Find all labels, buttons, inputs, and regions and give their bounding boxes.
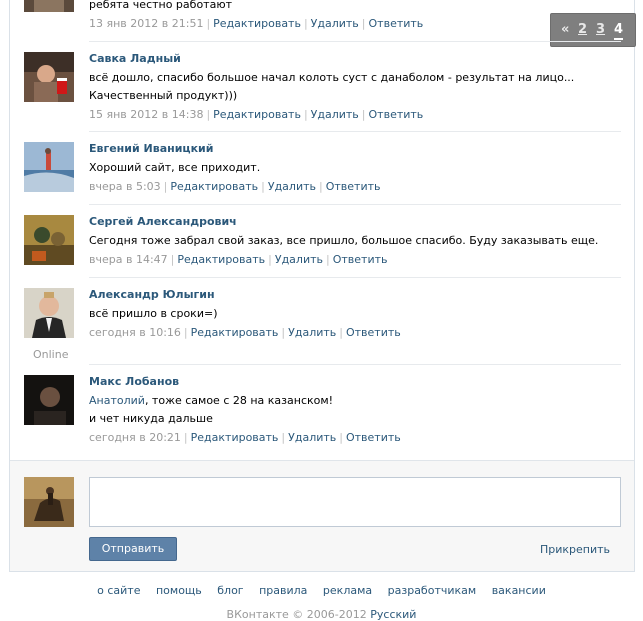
- footer-link-about[interactable]: о сайте: [97, 584, 140, 597]
- edit-link[interactable]: Редактировать: [170, 180, 258, 193]
- delete-link[interactable]: Удалить: [311, 17, 359, 30]
- avatar[interactable]: [24, 375, 74, 425]
- comment-meta: вчера в 5:03 | Редактировать | Удалить | Ответ…: [89, 180, 381, 193]
- footer-link-ads[interactable]: реклама: [323, 584, 372, 597]
- copyright: ВКонтакте © 2006-2012 Русский: [0, 608, 643, 621]
- reply-link[interactable]: Ответить: [369, 17, 424, 30]
- divider: [89, 277, 621, 278]
- divider: [89, 41, 621, 42]
- delete-link[interactable]: Удалить: [268, 180, 316, 193]
- comment-date[interactable]: сегодня в 10:16: [89, 326, 181, 339]
- reply-link[interactable]: Ответить: [346, 431, 401, 444]
- avatar[interactable]: [24, 0, 74, 32]
- comment-date[interactable]: вчера в 5:03: [89, 180, 161, 193]
- reply-link[interactable]: Ответить: [333, 253, 388, 266]
- comment-date[interactable]: 13 янв 2012 в 21:51: [89, 17, 203, 30]
- divider: [89, 364, 621, 365]
- footer-link-blog[interactable]: блог: [217, 584, 243, 597]
- edit-link[interactable]: Редактировать: [213, 108, 301, 121]
- divider: [89, 204, 621, 205]
- comment-text-line2: и чет никуда дальше: [89, 412, 213, 425]
- delete-link[interactable]: Удалить: [288, 326, 336, 339]
- comment-author[interactable]: Евгений Иваницкий: [89, 142, 621, 156]
- edit-link[interactable]: Редактировать: [213, 17, 301, 30]
- comment-meta: вчера в 14:47 | Редактировать | Удалить | Отве…: [89, 253, 388, 266]
- divider: [89, 131, 621, 132]
- comment-meta: сегодня в 20:21 | Редактировать | Удалить | От…: [89, 431, 401, 444]
- edit-link[interactable]: Редактировать: [177, 253, 265, 266]
- comment-text: всё дошло, спасибо большое начал колоть …: [89, 71, 575, 102]
- footer-nav: о сайте помощь блог правила реклама разр…: [0, 584, 643, 597]
- footer-link-help[interactable]: помощь: [156, 584, 202, 597]
- delete-link[interactable]: Удалить: [275, 253, 323, 266]
- send-button[interactable]: Отправить: [89, 537, 177, 561]
- comment-author[interactable]: Сергей Александрович: [89, 215, 621, 229]
- language-link[interactable]: Русский: [370, 608, 416, 621]
- reply-link[interactable]: Ответить: [369, 108, 424, 121]
- footer-link-developers[interactable]: разработчикам: [388, 584, 477, 597]
- mention-link[interactable]: Анатолий: [89, 394, 145, 407]
- comment-meta: 15 янв 2012 в 14:38 | Редактировать | Удалит…: [89, 108, 424, 121]
- edit-link[interactable]: Редактировать: [191, 326, 279, 339]
- comment-date[interactable]: сегодня в 20:21: [89, 431, 181, 444]
- avatar[interactable]: [24, 288, 74, 338]
- comment-text: ребята честно работают: [89, 0, 232, 11]
- comment-text: Анатолий, тоже самое с 28 на казанском! и…: [89, 392, 621, 428]
- footer-link-jobs[interactable]: вакансии: [492, 584, 546, 597]
- comment-text: Хороший сайт, все приходит.: [89, 161, 261, 174]
- avatar: [24, 477, 74, 527]
- comment-text-line1: , тоже самое с 28 на казанском!: [144, 394, 334, 407]
- attach-link[interactable]: Прикрепить: [540, 543, 610, 556]
- reply-link[interactable]: Ответить: [326, 180, 381, 193]
- comment-meta: сегодня в 10:16 | Редактировать | Удалить | От…: [89, 326, 401, 339]
- online-status: Online: [33, 348, 69, 361]
- delete-link[interactable]: Удалить: [311, 108, 359, 121]
- comment-text: всё пришло в сроки=): [89, 307, 218, 320]
- reply-link[interactable]: Ответить: [346, 326, 401, 339]
- comment-author[interactable]: Савка Ладный: [89, 52, 621, 66]
- comment-author[interactable]: Макс Лобанов: [89, 375, 621, 389]
- reply-form: Отправить Прикрепить: [10, 460, 634, 571]
- footer-link-rules[interactable]: правила: [259, 584, 307, 597]
- comment-input[interactable]: [89, 477, 621, 527]
- avatar[interactable]: [24, 142, 74, 192]
- edit-link[interactable]: Редактировать: [191, 431, 279, 444]
- avatar[interactable]: [24, 52, 74, 102]
- comment-author[interactable]: Александр Юлыгин: [89, 288, 621, 302]
- comment-date[interactable]: вчера в 14:47: [89, 253, 168, 266]
- comment-text: Сегодня тоже забрал свой заказ, все приш…: [89, 234, 599, 247]
- copyright-text: ВКонтакте © 2006-2012: [226, 608, 367, 621]
- comment-date[interactable]: 15 янв 2012 в 14:38: [89, 108, 203, 121]
- comment-meta: 13 янв 2012 в 21:51 | Редактировать | Удалит…: [89, 17, 424, 30]
- delete-link[interactable]: Удалить: [288, 431, 336, 444]
- avatar[interactable]: [24, 215, 74, 265]
